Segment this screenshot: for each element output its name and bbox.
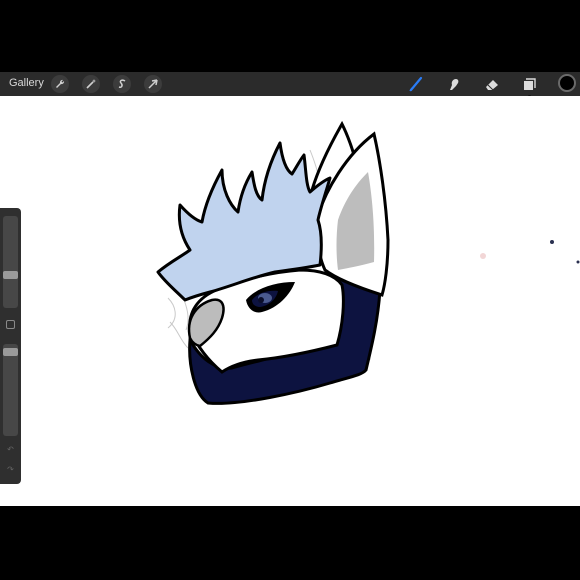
stray-dot-navy — [550, 240, 554, 244]
layers-icon[interactable] — [520, 75, 538, 93]
wrench-icon[interactable] — [51, 75, 69, 93]
gallery-button[interactable]: Gallery — [9, 77, 44, 89]
brush-icon[interactable] — [407, 75, 425, 93]
bottom-letterbox — [0, 506, 580, 580]
arrow-cursor-icon[interactable] — [144, 75, 162, 93]
brush-size-thumb[interactable] — [3, 270, 18, 279]
smudge-hand-icon[interactable] — [445, 75, 463, 93]
stray-dot-edge — [576, 260, 580, 264]
toolbar: Gallery — [0, 72, 580, 96]
top-letterbox — [0, 0, 580, 72]
magic-wand-icon[interactable] — [82, 75, 100, 93]
drawing-canvas[interactable] — [0, 96, 580, 506]
color-picker-swatch[interactable] — [558, 74, 576, 92]
stray-dot-pink — [480, 253, 486, 259]
brush-size-slider[interactable] — [3, 216, 18, 308]
redo-icon[interactable]: ↷ — [5, 466, 16, 474]
undo-icon[interactable]: ↶ — [5, 446, 16, 454]
opacity-thumb[interactable] — [3, 348, 18, 357]
opacity-slider[interactable] — [3, 344, 18, 436]
left-sidebar: ↶ ↷ — [0, 208, 21, 484]
selection-s-icon[interactable] — [113, 75, 131, 93]
eraser-icon[interactable] — [483, 75, 501, 93]
artwork-svg — [156, 120, 580, 405]
modify-button[interactable] — [6, 320, 15, 329]
